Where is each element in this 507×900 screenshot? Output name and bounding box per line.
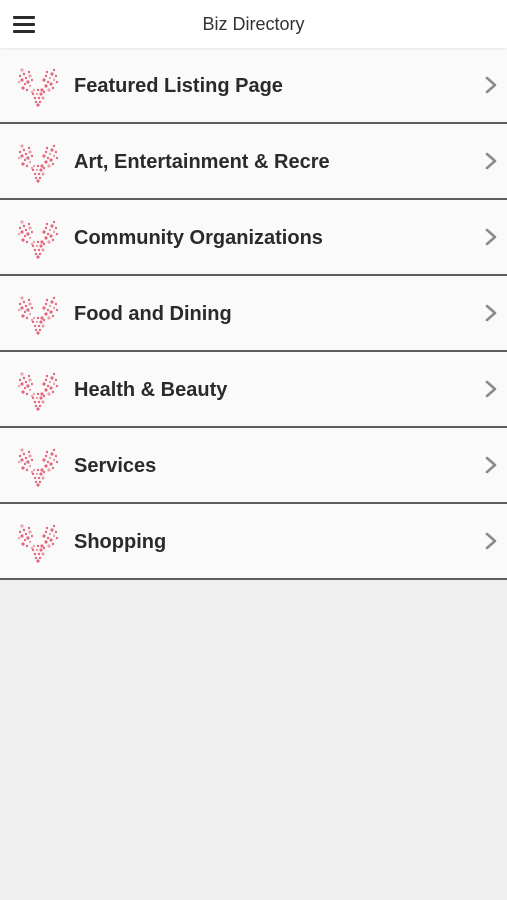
chevron-right-icon [485, 76, 497, 94]
list-item-label: Services [74, 455, 157, 477]
deer-antler-logo-icon [17, 144, 59, 183]
chevron-right-icon [485, 228, 497, 246]
page-title: Biz Directory [202, 14, 305, 34]
list-item-label: Food and Dining [74, 303, 232, 325]
list-item-label: Health & Beauty [74, 379, 228, 401]
top-bar: Biz Directory [0, 0, 507, 48]
deer-antler-logo-icon [17, 296, 59, 335]
chevron-right-icon [485, 532, 497, 550]
list-item-health-and-beauty[interactable]: Health & Beauty [0, 352, 507, 428]
list-item-food-and-dining[interactable]: Food and Dining [0, 276, 507, 352]
list-item-featured-listing[interactable]: Featured Listing Page [0, 48, 507, 124]
deer-antler-logo-icon [17, 524, 59, 563]
list-item-shopping[interactable]: Shopping [0, 504, 507, 580]
list-item-label: Shopping [74, 531, 167, 553]
chevron-right-icon [485, 152, 497, 170]
list-item-art-entertainment[interactable]: Art, Entertainment & Recre [0, 124, 507, 200]
list-item-label: Featured Listing Page [74, 75, 283, 97]
chevron-right-icon [485, 456, 497, 474]
chevron-right-icon [485, 380, 497, 398]
deer-antler-logo-icon [17, 220, 59, 259]
chevron-right-icon [485, 304, 497, 322]
deer-antler-logo-icon [17, 372, 59, 411]
deer-antler-logo-icon [17, 448, 59, 487]
deer-antler-logo-icon [17, 68, 59, 107]
list-item-services[interactable]: Services [0, 428, 507, 504]
list-item-community-organizations[interactable]: Community Organizations [0, 200, 507, 276]
list-item-label: Art, Entertainment & Recre [74, 151, 330, 173]
list-item-label: Community Organizations [74, 227, 323, 249]
category-list: Featured Listing Page Art, Entertainment… [0, 48, 507, 580]
